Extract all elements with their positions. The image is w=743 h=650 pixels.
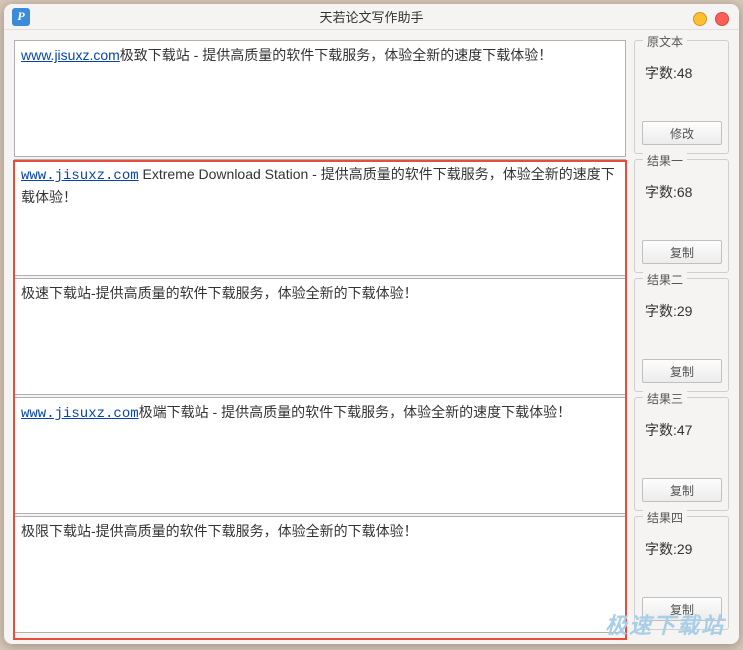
- textbox-text: 极端下载站 - 提供高质量的软件下载服务，体验全新的速度下载体验！: [139, 404, 571, 420]
- window-controls: [693, 12, 729, 26]
- window-body: www.jisuxz.com极致下载站 - 提供高质量的软件下载服务，体验全新的…: [4, 30, 739, 644]
- textbox-text: 极限下载站-提供高质量的软件下载服务，体验全新的下载体验！: [21, 523, 418, 539]
- panel-result-1: 结果一 字数:68 复制: [634, 159, 729, 273]
- word-count: 字数:48: [641, 63, 722, 83]
- panel-title: 结果四: [643, 509, 687, 526]
- result-textbox-2[interactable]: 极速下载站-提供高质量的软件下载服务，体验全新的下载体验！: [14, 278, 626, 395]
- panel-title: 结果一: [643, 152, 687, 169]
- panel-title: 原文本: [643, 33, 687, 50]
- panel-result-4: 结果四 字数:29 复制: [634, 516, 729, 630]
- word-count: 字数:47: [641, 420, 722, 440]
- panel-title: 结果二: [643, 271, 687, 288]
- result-textbox-4[interactable]: 极限下载站-提供高质量的软件下载服务，体验全新的下载体验！: [14, 516, 626, 633]
- main-window: P 天若论文写作助手 www.jisuxz.com极致下载站 - 提供高质量的软…: [4, 4, 739, 644]
- word-count: 字数:29: [641, 301, 722, 321]
- link[interactable]: www.jisuxz.com: [21, 168, 139, 184]
- app-icon: P: [12, 8, 30, 26]
- copy-button[interactable]: 复制: [642, 240, 722, 264]
- textbox-text: 极速下载站-提供高质量的软件下载服务，体验全新的下载体验！: [21, 285, 418, 301]
- link[interactable]: www.jisuxz.com: [21, 406, 139, 422]
- modify-button[interactable]: 修改: [642, 121, 722, 145]
- copy-button[interactable]: 复制: [642, 359, 722, 383]
- close-button[interactable]: [715, 12, 729, 26]
- panel-original: 原文本 字数:48 修改: [634, 40, 729, 154]
- original-textbox[interactable]: www.jisuxz.com极致下载站 - 提供高质量的软件下载服务，体验全新的…: [14, 40, 626, 157]
- panel-result-3: 结果三 字数:47 复制: [634, 397, 729, 511]
- textbox-text: 极致下载站 - 提供高质量的软件下载服务，体验全新的速度下载体验！: [120, 47, 552, 63]
- panel-result-2: 结果二 字数:29 复制: [634, 278, 729, 392]
- copy-button[interactable]: 复制: [642, 597, 722, 621]
- sidebar: 原文本 字数:48 修改 结果一 字数:68 复制 结果二 字数:29 复制 结…: [634, 40, 729, 634]
- titlebar[interactable]: P 天若论文写作助手: [4, 4, 739, 30]
- window-title: 天若论文写作助手: [4, 7, 739, 26]
- result-textbox-3[interactable]: www.jisuxz.com极端下载站 - 提供高质量的软件下载服务，体验全新的…: [14, 397, 626, 514]
- result-textbox-1[interactable]: www.jisuxz.com Extreme Download Station …: [14, 159, 626, 276]
- link[interactable]: www.jisuxz.com: [21, 47, 120, 63]
- text-column: www.jisuxz.com极致下载站 - 提供高质量的软件下载服务，体验全新的…: [14, 40, 626, 634]
- word-count: 字数:68: [641, 182, 722, 202]
- copy-button[interactable]: 复制: [642, 478, 722, 502]
- panel-title: 结果三: [643, 390, 687, 407]
- word-count: 字数:29: [641, 539, 722, 559]
- minimize-button[interactable]: [693, 12, 707, 26]
